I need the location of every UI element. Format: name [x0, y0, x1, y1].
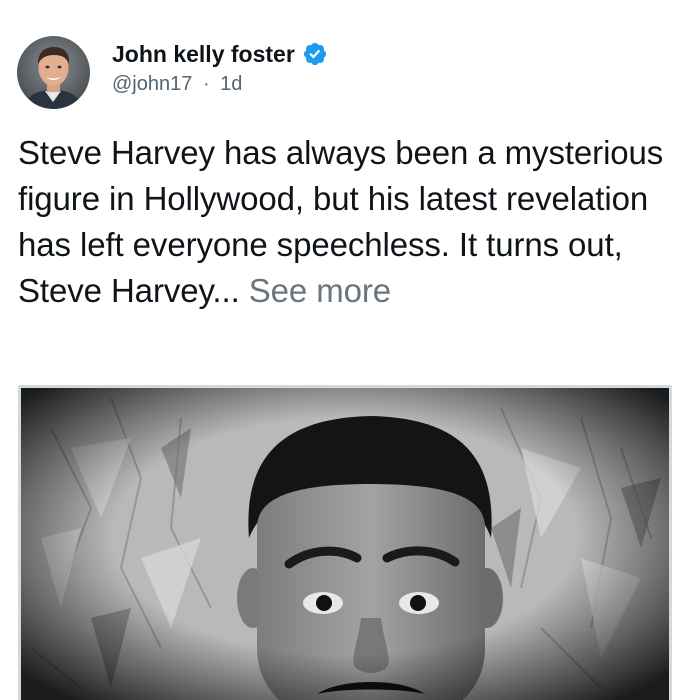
timestamp[interactable]: 1d [220, 73, 242, 95]
avatar[interactable] [17, 36, 90, 109]
tweet-header: John kelly foster @john17 · 1d [17, 36, 328, 109]
author-meta: John kelly foster @john17 · 1d [112, 38, 328, 96]
separator: · [202, 73, 210, 95]
tweet-text: Steve Harvey has always been a mysteriou… [18, 130, 688, 314]
handle-row: @john17 · 1d [112, 73, 328, 96]
name-row: John kelly foster [112, 38, 328, 70]
verified-check-icon [302, 41, 328, 67]
tweet-photo[interactable] [18, 385, 672, 700]
see-more-link[interactable]: See more [249, 272, 391, 309]
tweet-card: John kelly foster @john17 · 1d Steve Har… [0, 0, 700, 700]
handle[interactable]: @john17 [112, 73, 192, 95]
display-name[interactable]: John kelly foster [112, 41, 295, 68]
